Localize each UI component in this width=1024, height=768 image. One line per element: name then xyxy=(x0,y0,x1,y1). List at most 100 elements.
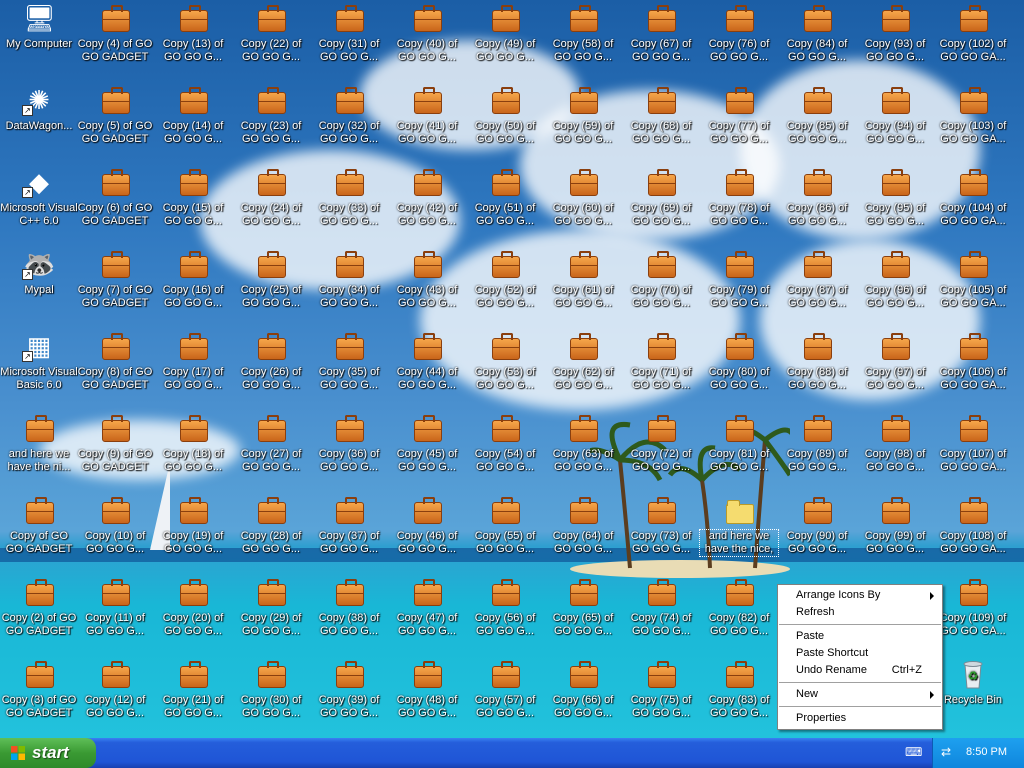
network-icon[interactable]: ⇄ xyxy=(941,746,955,758)
desktop-icon[interactable]: Copy (66) of GO GO G... xyxy=(544,658,622,720)
desktop-icon[interactable]: Copy (32) of GO GO G... xyxy=(310,84,388,146)
desktop-icon[interactable]: Copy (9) of GO GO GADGET ... xyxy=(76,412,154,474)
desktop-icon[interactable]: Copy (6) of GO GO GADGET ... xyxy=(76,166,154,228)
desktop-icon[interactable]: Copy (11) of GO GO G... xyxy=(76,576,154,638)
desktop-icon[interactable]: Copy (76) of GO GO G... xyxy=(700,2,778,64)
desktop-icon[interactable]: ◆ ↗ Microsoft Visual C++ 6.0 xyxy=(0,166,78,228)
desktop-icon[interactable]: Copy (83) of GO GO G... xyxy=(700,658,778,720)
menu-item-paste[interactable]: Paste xyxy=(778,628,942,645)
desktop-icon[interactable]: Copy (88) of GO GO G... xyxy=(778,330,856,392)
desktop-icon[interactable]: Copy (107) of GO GO GA... xyxy=(934,412,1012,474)
menu-item-refresh[interactable]: Refresh xyxy=(778,604,942,621)
keyboard-icon[interactable]: ⌨ xyxy=(905,746,922,758)
desktop-icon[interactable]: Copy (54) of GO GO G... xyxy=(466,412,544,474)
desktop-icon[interactable]: Copy (46) of GO GO G... xyxy=(388,494,466,556)
desktop-icon[interactable]: Copy (86) of GO GO G... xyxy=(778,166,856,228)
desktop-icon[interactable]: Copy (34) of GO GO G... xyxy=(310,248,388,310)
desktop-icon[interactable]: Copy (69) of GO GO G... xyxy=(622,166,700,228)
desktop-icon[interactable]: Copy (97) of GO GO G... xyxy=(856,330,934,392)
desktop-icon[interactable]: Copy (90) of GO GO G... xyxy=(778,494,856,556)
desktop-icon[interactable]: Copy (105) of GO GO GA... xyxy=(934,248,1012,310)
desktop-icon[interactable]: Copy (19) of GO GO G... xyxy=(154,494,232,556)
desktop-icon[interactable]: Copy (33) of GO GO G... xyxy=(310,166,388,228)
desktop-icon[interactable]: and here we have the ni... xyxy=(0,412,78,474)
desktop-icon[interactable]: Copy (109) of GO GO GA... xyxy=(934,576,1012,638)
desktop-icon[interactable]: Copy (26) of GO GO G... xyxy=(232,330,310,392)
desktop-icon[interactable]: Copy (55) of GO GO G... xyxy=(466,494,544,556)
desktop-icon[interactable]: Copy (12) of GO GO G... xyxy=(76,658,154,720)
desktop-icon[interactable]: Copy (23) of GO GO G... xyxy=(232,84,310,146)
desktop-icon[interactable]: Copy (51) of GO GO G... xyxy=(466,166,544,228)
desktop-icon[interactable]: Copy (78) of GO GO G... xyxy=(700,166,778,228)
desktop-icon[interactable]: Copy (42) of GO GO G... xyxy=(388,166,466,228)
desktop-icon[interactable]: Copy (103) of GO GO GA... xyxy=(934,84,1012,146)
desktop-icon[interactable]: 🦝 ↗ Mypal xyxy=(0,248,78,310)
desktop-icon[interactable]: Copy (10) of GO GO G... xyxy=(76,494,154,556)
desktop-icon[interactable]: Copy (28) of GO GO G... xyxy=(232,494,310,556)
desktop-icon[interactable]: Copy (62) of GO GO G... xyxy=(544,330,622,392)
desktop-icon[interactable]: Copy (25) of GO GO G... xyxy=(232,248,310,310)
desktop-icon[interactable]: Copy (77) of GO GO G... xyxy=(700,84,778,146)
desktop-icon[interactable]: Copy (36) of GO GO G... xyxy=(310,412,388,474)
desktop-icon[interactable]: Copy (65) of GO GO G... xyxy=(544,576,622,638)
desktop-icon[interactable]: Copy (8) of GO GO GADGET ... xyxy=(76,330,154,392)
desktop-icon[interactable]: Copy (73) of GO GO G... xyxy=(622,494,700,556)
desktop-icon[interactable]: Copy of GO GO GADGET RA... xyxy=(0,494,78,556)
desktop-icon[interactable]: Copy (43) of GO GO G... xyxy=(388,248,466,310)
desktop-icon[interactable]: Copy (14) of GO GO G... xyxy=(154,84,232,146)
desktop-icon[interactable]: Copy (96) of GO GO G... xyxy=(856,248,934,310)
desktop-icon[interactable]: Copy (27) of GO GO G... xyxy=(232,412,310,474)
desktop-icon[interactable]: Copy (3) of GO GO GADGET ... xyxy=(0,658,78,720)
desktop-icon[interactable]: ✺ ↗ DataWagon... xyxy=(0,84,78,146)
desktop-icon[interactable]: Copy (16) of GO GO G... xyxy=(154,248,232,310)
desktop-icon[interactable]: Copy (13) of GO GO G... xyxy=(154,2,232,64)
desktop-icon[interactable]: Copy (85) of GO GO G... xyxy=(778,84,856,146)
desktop-icon[interactable]: Copy (20) of GO GO G... xyxy=(154,576,232,638)
desktop-icon[interactable]: Copy (4) of GO GO GADGET ... xyxy=(76,2,154,64)
desktop-icon[interactable]: Copy (64) of GO GO G... xyxy=(544,494,622,556)
menu-item-arrange-icons-by[interactable]: Arrange Icons By xyxy=(778,587,942,604)
desktop-icon[interactable]: Copy (99) of GO GO G... xyxy=(856,494,934,556)
desktop-icon[interactable]: Copy (47) of GO GO G... xyxy=(388,576,466,638)
desktop-icon[interactable]: Copy (48) of GO GO G... xyxy=(388,658,466,720)
desktop-icon[interactable]: Copy (57) of GO GO G... xyxy=(466,658,544,720)
desktop-icon[interactable]: Copy (49) of GO GO G... xyxy=(466,2,544,64)
desktop-icon[interactable]: Copy (79) of GO GO G... xyxy=(700,248,778,310)
desktop-icon[interactable]: Copy (52) of GO GO G... xyxy=(466,248,544,310)
desktop-icon[interactable]: Copy (21) of GO GO G... xyxy=(154,658,232,720)
desktop-icon[interactable]: Copy (98) of GO GO G... xyxy=(856,412,934,474)
desktop-icon[interactable]: Copy (104) of GO GO GA... xyxy=(934,166,1012,228)
desktop-icon[interactable]: Copy (61) of GO GO G... xyxy=(544,248,622,310)
desktop-icon[interactable]: Copy (38) of GO GO G... xyxy=(310,576,388,638)
desktop-icon[interactable]: Copy (50) of GO GO G... xyxy=(466,84,544,146)
desktop-icon[interactable]: Copy (108) of GO GO GA... xyxy=(934,494,1012,556)
desktop-icon[interactable]: Copy (24) of GO GO G... xyxy=(232,166,310,228)
desktop-icon[interactable]: Copy (58) of GO GO G... xyxy=(544,2,622,64)
desktop-icon[interactable]: Copy (2) of GO GO GADGET ... xyxy=(0,576,78,638)
desktop-icon[interactable]: Copy (29) of GO GO G... xyxy=(232,576,310,638)
desktop-icon[interactable]: Copy (80) of GO GO G... xyxy=(700,330,778,392)
desktop[interactable]: 🖥 My Computer ✺ ↗ DataWagon... ◆ ↗ Microsoft Vi… xyxy=(0,0,1024,738)
menu-item-properties[interactable]: Properties xyxy=(778,710,942,727)
desktop-icon[interactable]: Copy (87) of GO GO G... xyxy=(778,248,856,310)
desktop-icon[interactable]: Copy (70) of GO GO G... xyxy=(622,248,700,310)
desktop-icon[interactable]: ♻ Recycle Bin xyxy=(934,658,1012,720)
desktop-icon[interactable]: Copy (45) of GO GO G... xyxy=(388,412,466,474)
desktop-icon[interactable]: Copy (72) of GO GO G... xyxy=(622,412,700,474)
desktop-icon[interactable]: Copy (84) of GO GO G... xyxy=(778,2,856,64)
desktop-icon[interactable]: Copy (17) of GO GO G... xyxy=(154,330,232,392)
desktop-icon[interactable]: Copy (37) of GO GO G... xyxy=(310,494,388,556)
desktop-icon[interactable]: Copy (18) of GO GO G... xyxy=(154,412,232,474)
desktop-icon[interactable]: Copy (39) of GO GO G... xyxy=(310,658,388,720)
desktop-icon[interactable]: Copy (74) of GO GO G... xyxy=(622,576,700,638)
desktop-icon[interactable]: Copy (56) of GO GO G... xyxy=(466,576,544,638)
menu-item-undo-rename[interactable]: Undo Rename Ctrl+Z xyxy=(778,662,942,679)
desktop-icon[interactable]: Copy (44) of GO GO G... xyxy=(388,330,466,392)
desktop-icon[interactable]: and here we have the nice, fresh trees xyxy=(699,494,779,557)
desktop-icon[interactable]: Copy (82) of GO GO G... xyxy=(700,576,778,638)
desktop-icon[interactable]: Copy (59) of GO GO G... xyxy=(544,84,622,146)
desktop-icon[interactable]: Copy (89) of GO GO G... xyxy=(778,412,856,474)
desktop-icon[interactable]: Copy (53) of GO GO G... xyxy=(466,330,544,392)
desktop-icon[interactable]: Copy (40) of GO GO G... xyxy=(388,2,466,64)
menu-item-paste-shortcut[interactable]: Paste Shortcut xyxy=(778,645,942,662)
